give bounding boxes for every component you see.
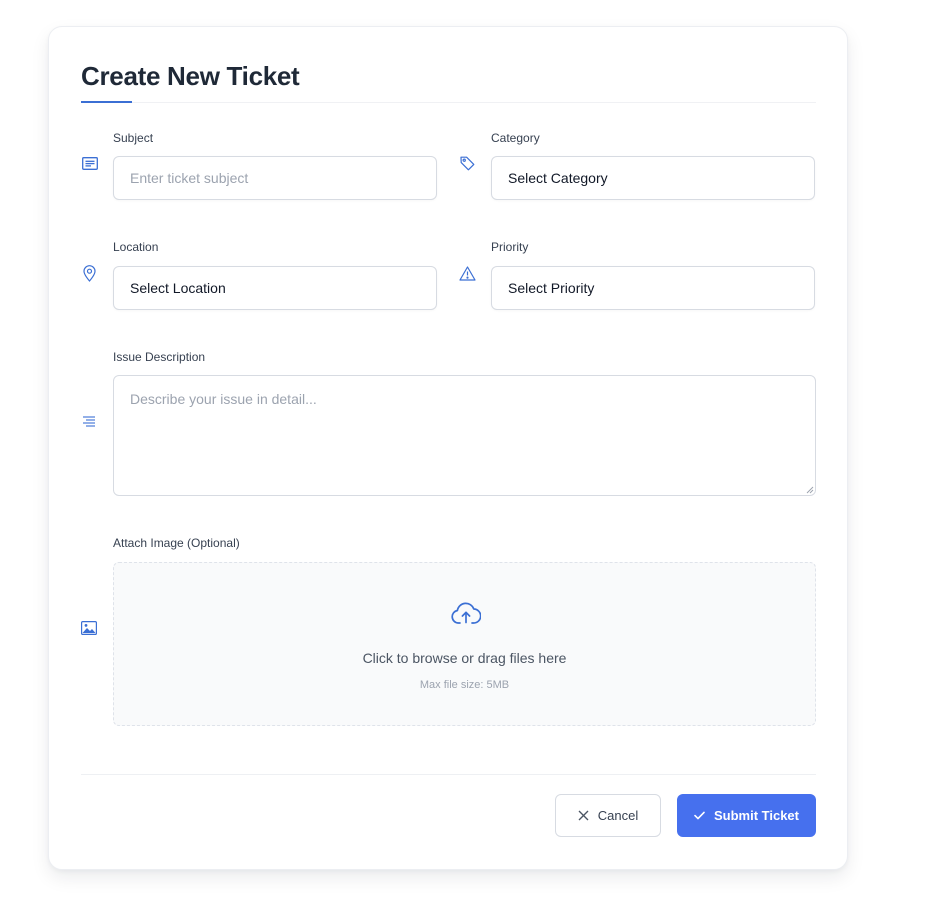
attachment-label: Attach Image (Optional) [113, 536, 240, 550]
file-dropzone[interactable]: Click to browse or drag files here Max f… [113, 562, 816, 726]
subject-label: Subject [113, 131, 154, 145]
priority-select[interactable]: Select Priority [491, 266, 815, 310]
title-accent-bar [81, 101, 132, 103]
close-icon [578, 810, 589, 821]
description-label: Issue Description [113, 350, 206, 364]
description-textarea[interactable]: Describe your issue in detail... [113, 375, 816, 496]
category-label: Category [491, 131, 540, 145]
align-lines-icon [81, 415, 96, 428]
message-lines-icon [81, 156, 98, 170]
image-icon [81, 621, 97, 635]
cancel-button[interactable]: Cancel [555, 794, 661, 837]
tag-icon [459, 155, 475, 171]
priority-label: Priority [491, 240, 529, 254]
cloud-upload-icon [450, 601, 481, 626]
create-ticket-card: Create New Ticket Subject Enter ticket s… [48, 26, 848, 870]
page-title: Create New Ticket [81, 61, 300, 91]
submit-button-label: Submit Ticket [713, 808, 799, 823]
location-label: Location [113, 240, 159, 254]
warning-triangle-icon [458, 265, 476, 281]
cancel-button-label: Cancel [597, 808, 639, 823]
resize-grip-icon[interactable] [806, 486, 814, 494]
category-select[interactable]: Select Category [491, 156, 815, 200]
submit-ticket-button[interactable]: Submit Ticket [677, 794, 816, 837]
dropzone-hint: Max file size: 5MB [419, 679, 510, 691]
subject-input[interactable]: Enter ticket subject [113, 156, 437, 200]
dropzone-prompt: Click to browse or drag files here [362, 650, 567, 666]
footer-divider [81, 774, 816, 775]
location-select[interactable]: Select Location [113, 266, 437, 310]
map-pin-icon [81, 264, 97, 282]
check-icon [694, 811, 705, 820]
title-divider [81, 102, 816, 103]
